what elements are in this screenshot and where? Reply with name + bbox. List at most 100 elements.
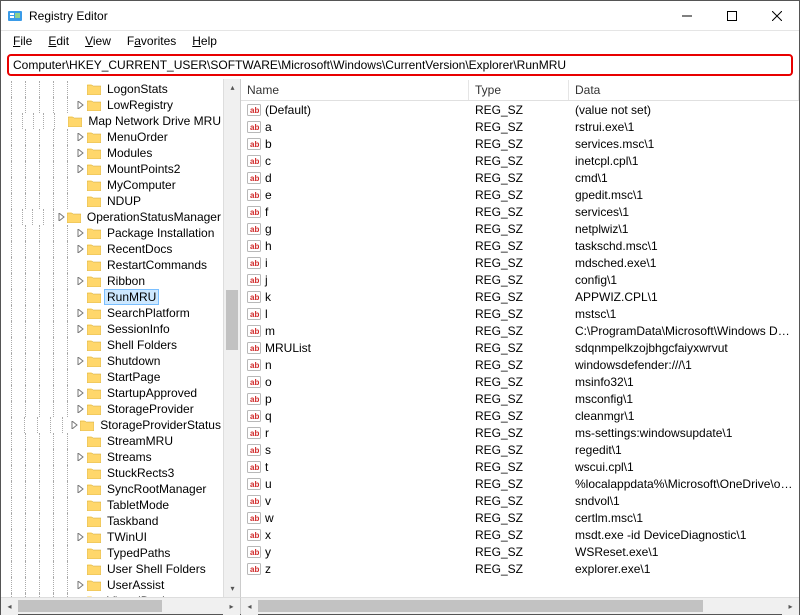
scroll-right-icon[interactable]: ▸ <box>223 598 240 615</box>
value-row[interactable]: abyREG_SZWSReset.exe\1 <box>241 543 799 560</box>
tree-item[interactable]: Map Network Drive MRU <box>1 113 223 129</box>
tree-item[interactable]: StartupApproved <box>1 385 223 401</box>
expander-icon[interactable] <box>75 453 87 461</box>
tree-item[interactable]: NDUP <box>1 193 223 209</box>
value-row[interactable]: abeREG_SZgpedit.msc\1 <box>241 186 799 203</box>
tree-item[interactable]: TWinUI <box>1 529 223 545</box>
value-row[interactable]: abxREG_SZmsdt.exe -id DeviceDiagnostic\1 <box>241 526 799 543</box>
scroll-left-icon[interactable]: ◂ <box>1 598 18 615</box>
tree-item[interactable]: StorageProviderStatus <box>1 417 223 433</box>
scroll-thumb[interactable] <box>258 600 703 612</box>
expander-icon[interactable] <box>75 581 87 589</box>
scroll-thumb[interactable] <box>226 290 238 350</box>
value-list[interactable]: ab(Default)REG_SZ(value not set)abaREG_S… <box>241 101 799 597</box>
scroll-right-icon[interactable]: ▸ <box>782 598 799 615</box>
tree-item[interactable]: UserAssist <box>1 577 223 593</box>
expander-icon[interactable] <box>58 213 67 221</box>
value-row[interactable]: abrREG_SZms-settings:windowsupdate\1 <box>241 424 799 441</box>
expander-icon[interactable] <box>75 533 87 541</box>
value-row[interactable]: abmREG_SZC:\ProgramData\Microsoft\Window… <box>241 322 799 339</box>
tree-item[interactable]: Modules <box>1 145 223 161</box>
tree-item[interactable]: SearchPlatform <box>1 305 223 321</box>
expander-icon[interactable] <box>69 421 80 429</box>
tree-item[interactable]: StreamMRU <box>1 433 223 449</box>
expander-icon[interactable] <box>75 325 87 333</box>
value-row[interactable]: abuREG_SZ%localappdata%\Microsoft\OneDri… <box>241 475 799 492</box>
tree-item[interactable]: RecentDocs <box>1 241 223 257</box>
tree-item[interactable]: TypedPaths <box>1 545 223 561</box>
expander-icon[interactable] <box>75 309 87 317</box>
tree-item[interactable]: StorageProvider <box>1 401 223 417</box>
value-row[interactable]: absREG_SZregedit\1 <box>241 441 799 458</box>
tree-item[interactable]: Shell Folders <box>1 337 223 353</box>
tree-item[interactable]: TabletMode <box>1 497 223 513</box>
tree-item[interactable]: SessionInfo <box>1 321 223 337</box>
menu-edit[interactable]: Edit <box>40 32 77 50</box>
value-row[interactable]: abiREG_SZmdsched.exe\1 <box>241 254 799 271</box>
value-row[interactable]: abhREG_SZtaskschd.msc\1 <box>241 237 799 254</box>
tree-item[interactable]: VirtualDesktops <box>1 593 223 597</box>
value-row[interactable]: abfREG_SZservices\1 <box>241 203 799 220</box>
list-scrollbar-horizontal[interactable]: ◂ ▸ <box>241 597 799 614</box>
value-row[interactable]: abtREG_SZwscui.cpl\1 <box>241 458 799 475</box>
expander-icon[interactable] <box>75 389 87 397</box>
value-row[interactable]: aboREG_SZmsinfo32\1 <box>241 373 799 390</box>
value-row[interactable]: abzREG_SZexplorer.exe\1 <box>241 560 799 577</box>
tree-item[interactable]: Package Installation <box>1 225 223 241</box>
scroll-down-icon[interactable]: ▾ <box>224 580 241 597</box>
tree-scrollbar-vertical[interactable]: ▴ ▾ <box>223 79 240 597</box>
tree-item[interactable]: SyncRootManager <box>1 481 223 497</box>
menu-help[interactable]: Help <box>184 32 225 50</box>
registry-tree[interactable]: LogonStatsLowRegistryMap Network Drive M… <box>1 79 223 597</box>
tree-item[interactable]: Streams <box>1 449 223 465</box>
expander-icon[interactable] <box>75 101 87 109</box>
value-row[interactable]: abMRUListREG_SZsdqnmpelkzojbhgcfaiyxwrvu… <box>241 339 799 356</box>
column-data[interactable]: Data <box>569 80 799 100</box>
value-row[interactable]: abkREG_SZAPPWIZ.CPL\1 <box>241 288 799 305</box>
tree-item[interactable]: User Shell Folders <box>1 561 223 577</box>
expander-icon[interactable] <box>75 405 87 413</box>
tree-item[interactable]: StuckRects3 <box>1 465 223 481</box>
value-row[interactable]: abpREG_SZmsconfig\1 <box>241 390 799 407</box>
expander-icon[interactable] <box>75 229 87 237</box>
tree-item[interactable]: OperationStatusManager <box>1 209 223 225</box>
expander-icon[interactable] <box>75 133 87 141</box>
tree-scrollbar-horizontal[interactable]: ◂ ▸ <box>1 597 241 614</box>
tree-item[interactable]: RunMRU <box>1 289 223 305</box>
value-row[interactable]: abgREG_SZnetplwiz\1 <box>241 220 799 237</box>
expander-icon[interactable] <box>75 165 87 173</box>
value-row[interactable]: abcREG_SZinetcpl.cpl\1 <box>241 152 799 169</box>
menu-view[interactable]: View <box>77 32 119 50</box>
column-type[interactable]: Type <box>469 80 569 100</box>
menu-favorites[interactable]: Favorites <box>119 32 184 50</box>
scroll-up-icon[interactable]: ▴ <box>224 79 241 96</box>
value-row[interactable]: abdREG_SZcmd\1 <box>241 169 799 186</box>
menu-file[interactable]: File <box>5 32 40 50</box>
scroll-left-icon[interactable]: ◂ <box>241 598 258 615</box>
value-row[interactable]: abwREG_SZcertlm.msc\1 <box>241 509 799 526</box>
tree-item[interactable]: RestartCommands <box>1 257 223 273</box>
expander-icon[interactable] <box>75 357 87 365</box>
expander-icon[interactable] <box>75 485 87 493</box>
minimize-button[interactable] <box>664 1 709 31</box>
tree-item[interactable]: Shutdown <box>1 353 223 369</box>
address-input[interactable]: Computer\HKEY_CURRENT_USER\SOFTWARE\Micr… <box>7 54 793 76</box>
column-name[interactable]: Name <box>241 80 469 100</box>
value-row[interactable]: abnREG_SZwindowsdefender:///\1 <box>241 356 799 373</box>
value-row[interactable]: ablREG_SZmstsc\1 <box>241 305 799 322</box>
value-row[interactable]: abbREG_SZservices.msc\1 <box>241 135 799 152</box>
value-row[interactable]: abaREG_SZrstrui.exe\1 <box>241 118 799 135</box>
expander-icon[interactable] <box>75 149 87 157</box>
tree-item[interactable]: MountPoints2 <box>1 161 223 177</box>
expander-icon[interactable] <box>75 277 87 285</box>
expander-icon[interactable] <box>75 245 87 253</box>
value-row[interactable]: abvREG_SZsndvol\1 <box>241 492 799 509</box>
close-button[interactable] <box>754 1 799 31</box>
tree-item[interactable]: LowRegistry <box>1 97 223 113</box>
tree-item[interactable]: Ribbon <box>1 273 223 289</box>
value-row[interactable]: abqREG_SZcleanmgr\1 <box>241 407 799 424</box>
tree-item[interactable]: StartPage <box>1 369 223 385</box>
tree-item[interactable]: MenuOrder <box>1 129 223 145</box>
value-row[interactable]: abjREG_SZconfig\1 <box>241 271 799 288</box>
tree-item[interactable]: Taskband <box>1 513 223 529</box>
